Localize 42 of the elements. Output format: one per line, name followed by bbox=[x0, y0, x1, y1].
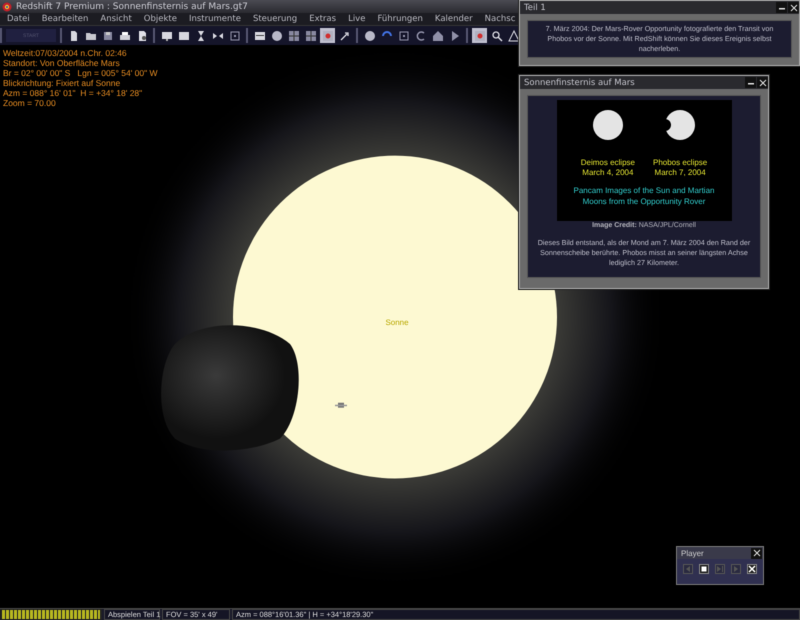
panel-title: Sonnenfinsternis auf Mars bbox=[524, 78, 635, 88]
sun-disc-drawing bbox=[663, 108, 698, 142]
probe-icon[interactable] bbox=[335, 402, 347, 408]
panel-title: Teil 1 bbox=[524, 2, 546, 12]
close-button[interactable] bbox=[757, 77, 768, 88]
info-line: Zoom = 70.00 bbox=[3, 98, 57, 108]
menu-item[interactable]: Bearbeiten bbox=[42, 14, 88, 24]
player-title: Player bbox=[681, 548, 704, 558]
info-line: Weltzeit:07/03/2004 n.Chr. 02:46 bbox=[3, 48, 128, 58]
menu-item[interactable]: Extras bbox=[309, 14, 336, 24]
info-line: Blickrichtung: Fixiert auf Sonne bbox=[3, 78, 122, 88]
figure-date: March 4, 2004 bbox=[582, 168, 634, 178]
menu-item[interactable]: Live bbox=[348, 14, 366, 24]
grid-icon[interactable] bbox=[286, 28, 301, 43]
menu-item[interactable]: Datei bbox=[7, 14, 30, 24]
globe-icon[interactable] bbox=[269, 28, 284, 43]
menu-item[interactable]: Objekte bbox=[144, 14, 177, 24]
menu-item[interactable]: Kalender bbox=[434, 14, 473, 24]
menu-item[interactable]: Ansicht bbox=[100, 14, 132, 24]
menu-item[interactable]: Instrumente bbox=[188, 14, 241, 24]
menu-item[interactable]: Führungen bbox=[377, 14, 423, 24]
moon-drawing[interactable] bbox=[161, 325, 299, 451]
stop-button[interactable] bbox=[699, 564, 709, 574]
info-line: Azm = 088° 16' 01" H = +34° 18' 28" bbox=[3, 88, 144, 98]
figure-date: March 7, 2004 bbox=[654, 168, 706, 178]
menu-item[interactable]: Nachsc bbox=[484, 14, 516, 24]
figure-caption: Deimos eclipse bbox=[580, 158, 635, 168]
info-line: Standort: Von Oberfläche Mars bbox=[3, 58, 121, 68]
figure-subtitle: Pancam Images of the Sun and Martian Moons from the Opportunity Rover bbox=[572, 185, 716, 207]
grid-icon[interactable] bbox=[303, 28, 318, 43]
figure-caption: Phobos eclipse bbox=[652, 158, 708, 168]
triangle-icon[interactable] bbox=[506, 28, 521, 43]
sun-disc-drawing bbox=[590, 108, 625, 142]
house-icon[interactable] bbox=[430, 28, 445, 43]
close-button[interactable] bbox=[788, 2, 799, 13]
close-button[interactable] bbox=[751, 548, 762, 558]
globe-icon[interactable] bbox=[362, 28, 377, 43]
close-button[interactable] bbox=[747, 564, 757, 574]
logo-icon bbox=[2, 2, 12, 12]
window-title: Redshift 7 Premium : Sonnenfinsternis auf Mars.gt7 bbox=[16, 2, 248, 12]
menu-item[interactable]: Steuerung bbox=[252, 14, 298, 24]
info-line: Br = 02° 00' 00" S Lgn = 005° 54' 00" W bbox=[3, 68, 158, 78]
